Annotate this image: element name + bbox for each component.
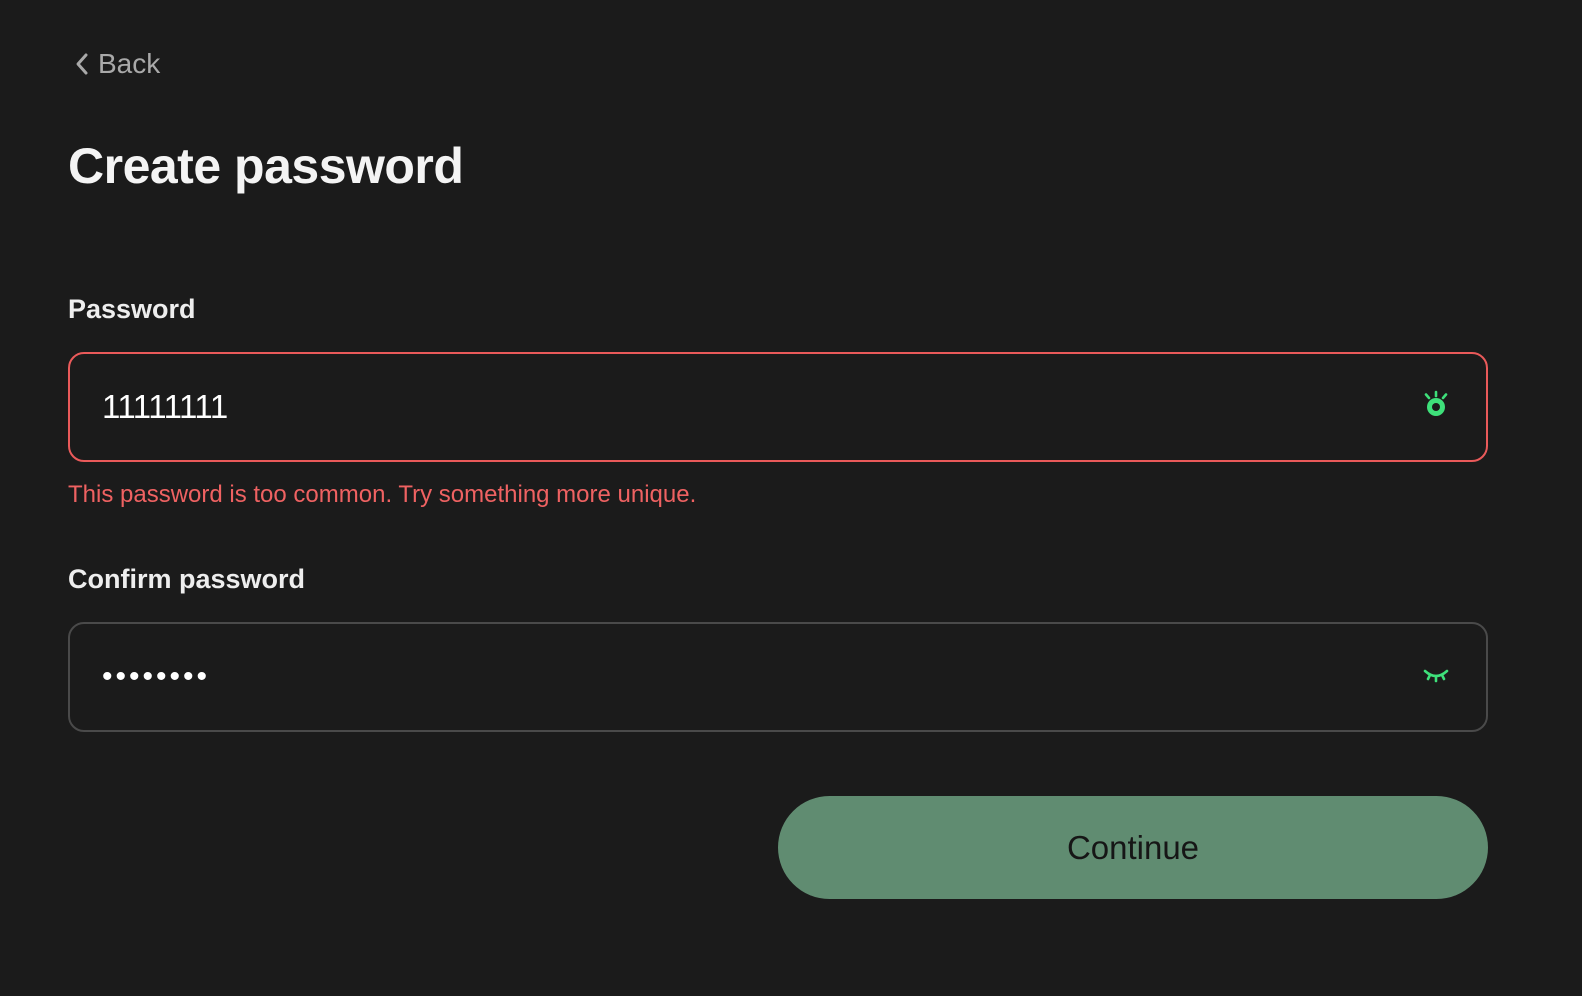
create-password-page: Back Create password Password This passw…: [0, 0, 1582, 996]
eye-closed-icon: [1421, 664, 1451, 691]
page-title: Create password: [68, 138, 464, 194]
password-input[interactable]: [70, 354, 1416, 460]
show-confirm-password-toggle[interactable]: [1416, 657, 1456, 697]
confirm-password-field-container: [68, 622, 1488, 732]
chevron-left-icon: [74, 52, 90, 76]
confirm-password-input[interactable]: [70, 624, 1416, 730]
back-button[interactable]: Back: [74, 44, 160, 84]
eye-open-icon: [1421, 390, 1451, 425]
show-password-toggle[interactable]: [1416, 387, 1456, 427]
back-label: Back: [98, 48, 161, 79]
password-error-message: This password is too common. Try somethi…: [68, 481, 697, 508]
continue-button[interactable]: Continue: [778, 796, 1488, 899]
password-field-container: [68, 352, 1488, 462]
confirm-password-label: Confirm password: [68, 564, 306, 594]
password-label: Password: [68, 294, 196, 324]
